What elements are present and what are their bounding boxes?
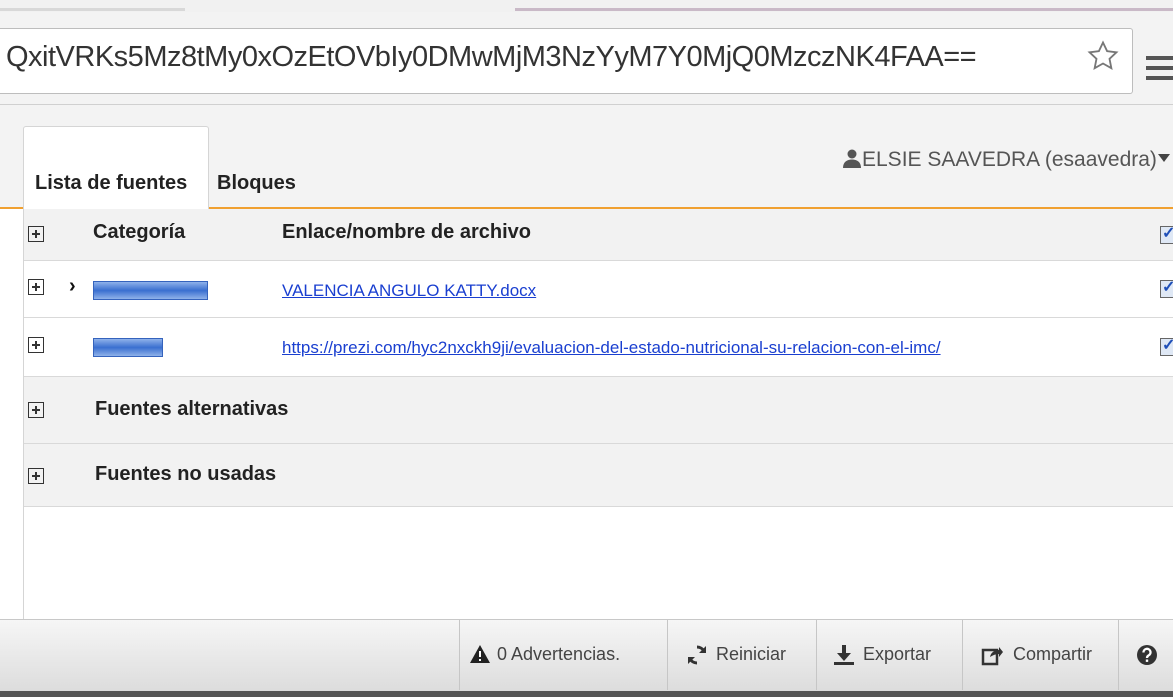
help-button[interactable] — [1118, 620, 1173, 690]
chevron-right-icon[interactable]: › — [69, 275, 76, 298]
tab-strip — [0, 0, 1173, 12]
header-link[interactable]: Enlace/nombre de archivo — [282, 221, 531, 244]
source-link[interactable]: VALENCIA ANGULO KATTY.docx — [282, 281, 536, 301]
address-bar[interactable]: QxitVRKs5Mz8tMy0xOzEtOVbIy0DMwMjM3NzYyM7… — [0, 28, 1133, 94]
group-fuentes-no-usadas[interactable]: Fuentes no usadas — [24, 444, 1173, 507]
expand-row-icon[interactable] — [28, 337, 44, 353]
user-name: ELSIE SAAVEDRA (esaavedra) — [862, 148, 1157, 171]
warnings-button[interactable]: 0 Advertencias. — [459, 620, 667, 690]
browser-menu-icon[interactable] — [1146, 56, 1173, 86]
warning-icon — [470, 645, 490, 663]
reset-label: Reiniciar — [716, 644, 787, 664]
expand-group-icon[interactable] — [28, 468, 44, 484]
row-checkbox[interactable] — [1160, 277, 1173, 298]
help-icon — [1137, 645, 1157, 665]
tab-bloques[interactable]: Bloques — [217, 172, 296, 195]
bottom-toolbar: 0 Advertencias. Reiniciar Exportar Compa… — [0, 619, 1173, 692]
sources-table: Categoría Enlace/nombre de archivo › VAL… — [23, 209, 1173, 619]
table-row: › VALENCIA ANGULO KATTY.docx — [24, 261, 1173, 318]
expand-group-icon[interactable] — [28, 402, 44, 418]
download-icon — [834, 645, 854, 665]
source-link[interactable]: https://prezi.com/hyc2nxckh9ji/evaluacio… — [282, 338, 941, 358]
table-header: Categoría Enlace/nombre de archivo — [24, 209, 1173, 261]
url-text[interactable]: QxitVRKs5Mz8tMy0xOzEtOVbIy0DMwMjM3NzYyM7… — [6, 41, 977, 74]
expand-row-icon[interactable] — [28, 279, 44, 295]
share-button[interactable]: Compartir — [962, 620, 1118, 690]
category-value-redacted — [93, 338, 163, 357]
caret-down-icon — [1157, 154, 1170, 162]
user-menu[interactable]: ELSIE SAAVEDRA (esaavedra) — [842, 148, 1171, 172]
warnings-label: 0 Advertencias. — [497, 644, 621, 664]
user-icon — [843, 149, 861, 168]
tab-lista-de-fuentes[interactable] — [23, 126, 209, 209]
select-all-checkbox[interactable] — [1160, 223, 1173, 244]
share-label: Compartir — [1013, 644, 1093, 664]
window-edge — [0, 691, 1173, 697]
export-button[interactable]: Exportar — [816, 620, 962, 690]
table-row: https://prezi.com/hyc2nxckh9ji/evaluacio… — [24, 318, 1173, 377]
row-checkbox[interactable] — [1160, 335, 1173, 356]
group-fuentes-alternativas[interactable]: Fuentes alternativas — [24, 377, 1173, 444]
refresh-icon — [688, 645, 706, 665]
share-icon — [981, 647, 1003, 666]
reset-button[interactable]: Reiniciar — [667, 620, 816, 690]
header-category[interactable]: Categoría — [93, 221, 185, 244]
expand-all-icon[interactable] — [28, 226, 44, 242]
group-label: Fuentes alternativas — [95, 398, 289, 420]
tab-label-lista-de-fuentes[interactable]: Lista de fuentes — [35, 172, 187, 195]
browser-toolbar: QxitVRKs5Mz8tMy0xOzEtOVbIy0DMwMjM3NzYyM7… — [0, 12, 1173, 105]
category-value-redacted — [93, 281, 208, 300]
group-label: Fuentes no usadas — [95, 463, 277, 485]
bookmark-star-icon[interactable] — [1086, 39, 1120, 73]
export-label: Exportar — [863, 644, 932, 664]
